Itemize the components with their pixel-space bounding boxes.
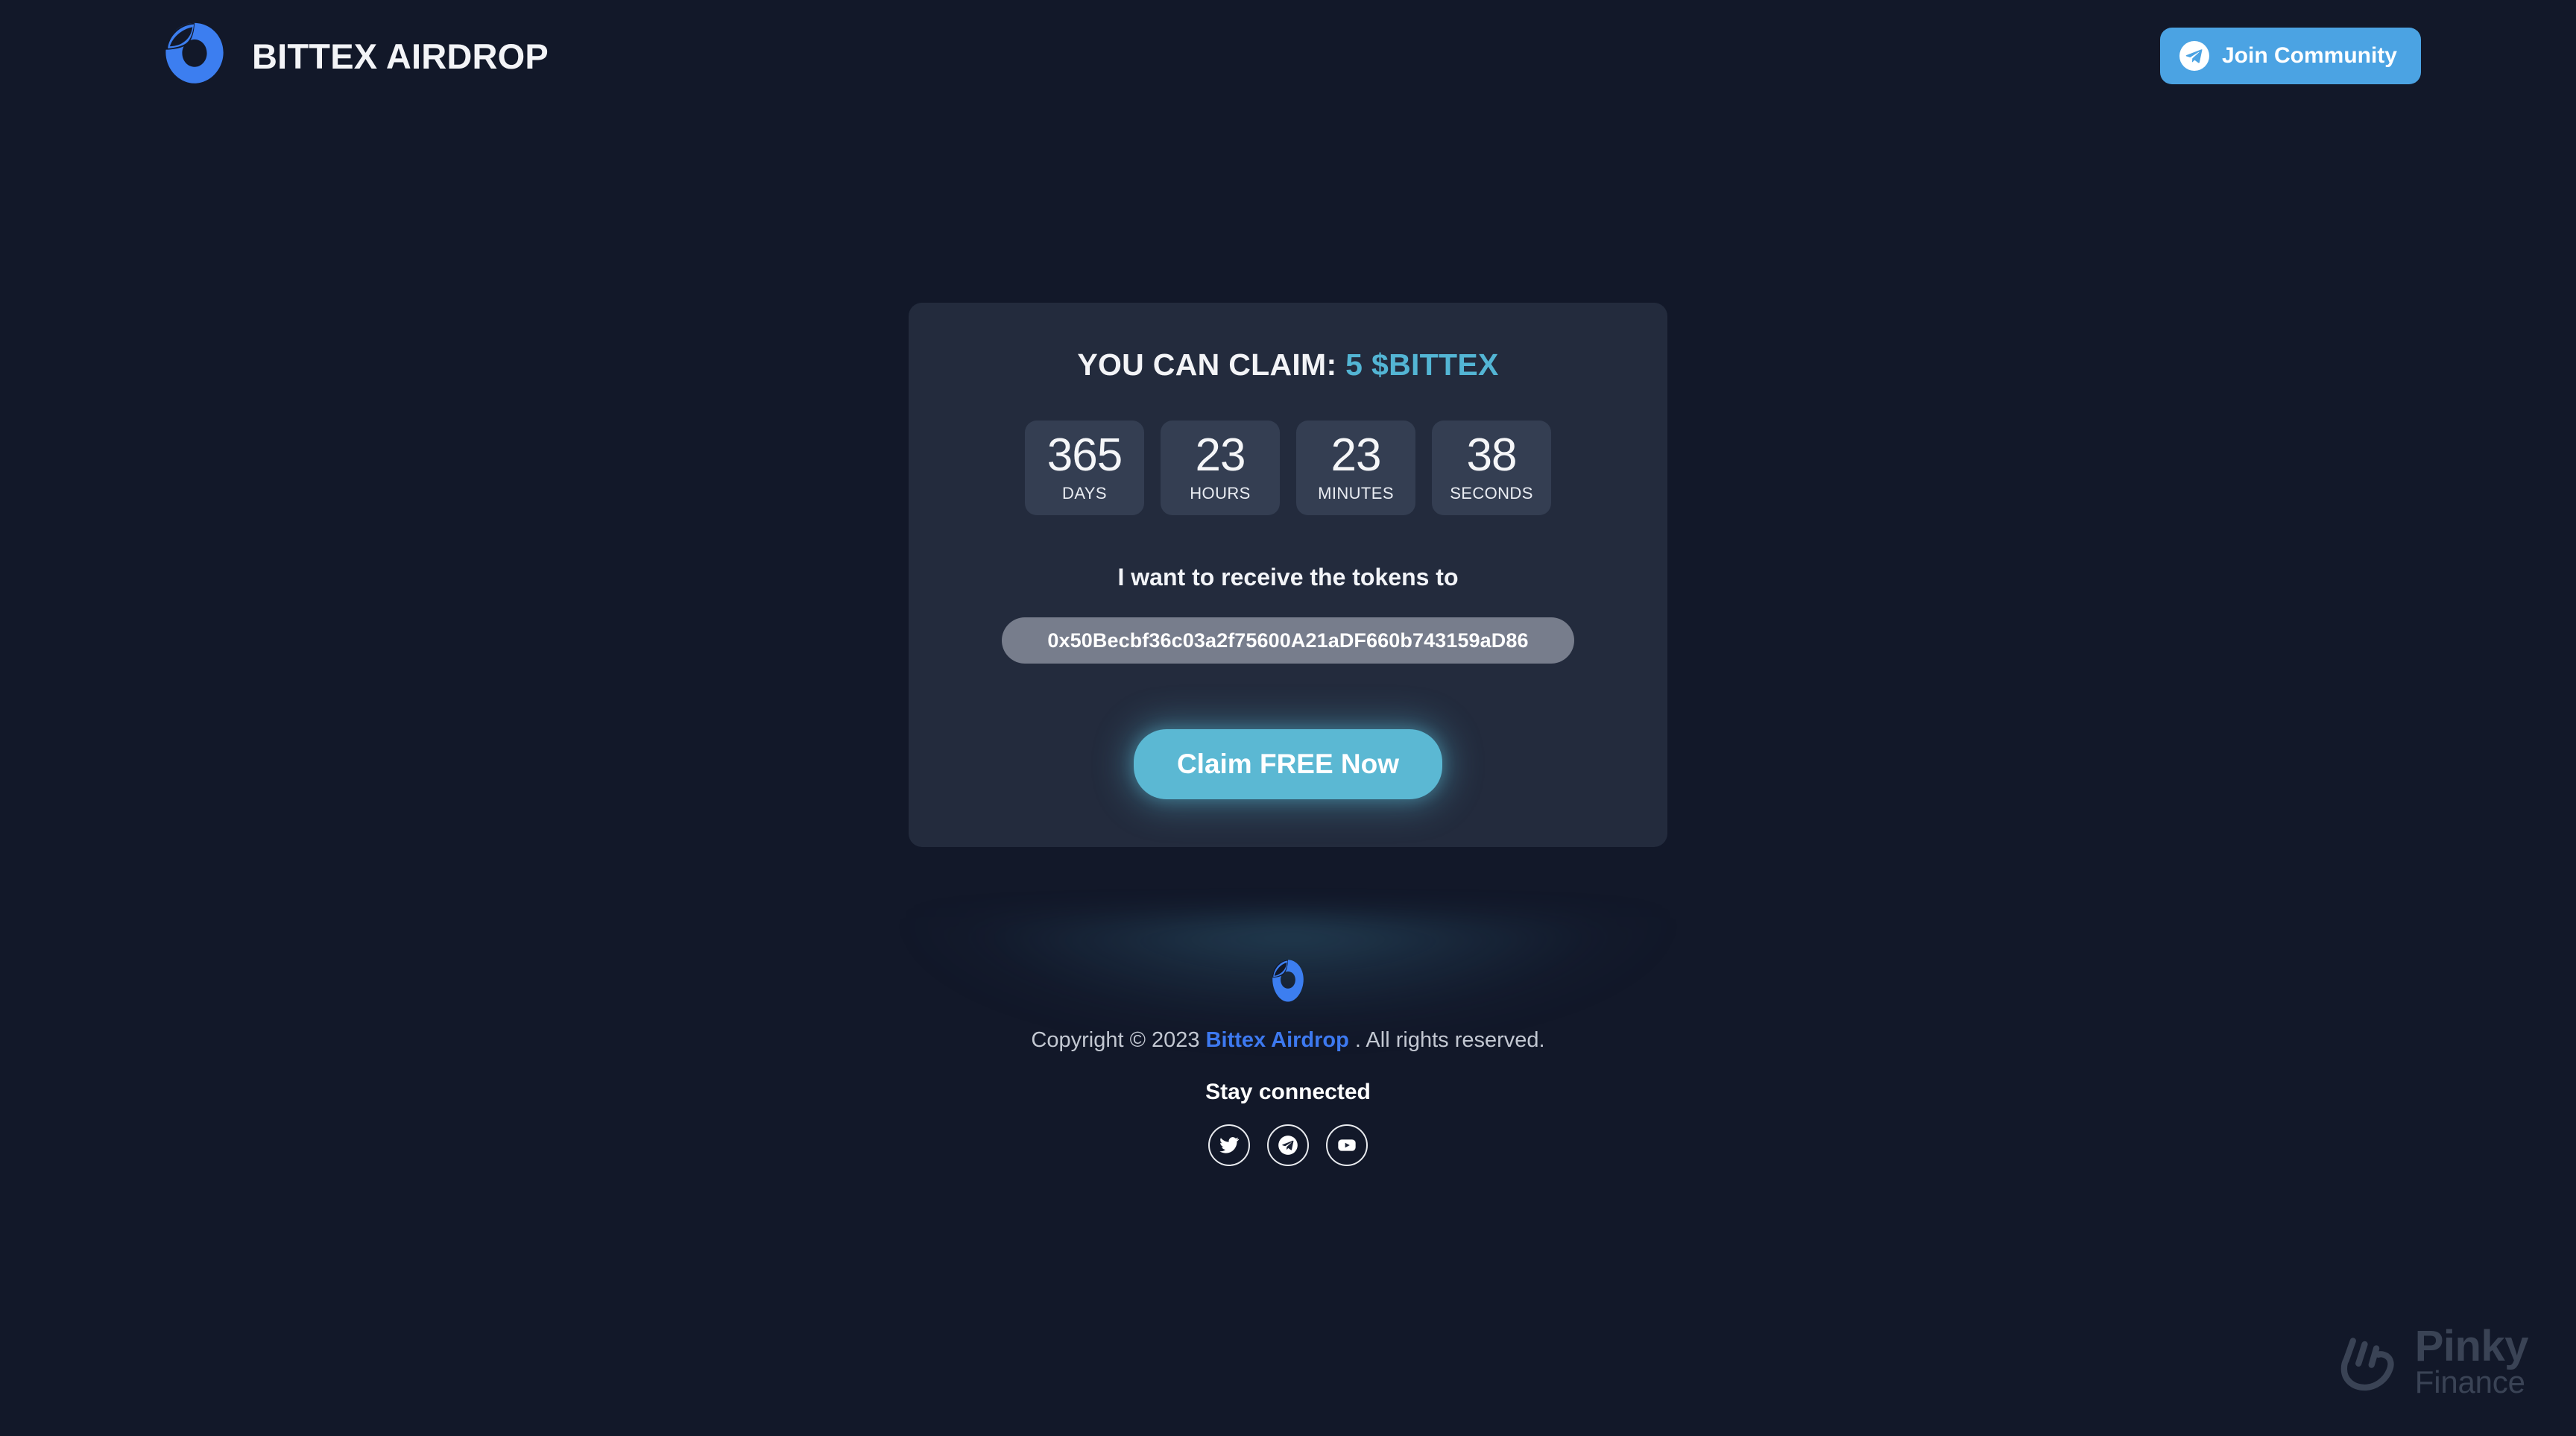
brand: BITTEX AIRDROP: [160, 22, 549, 90]
countdown-timer: 365 DAYS 23 HOURS 23 MINUTES 38 SECONDS: [938, 421, 1638, 515]
telegram-icon: [2179, 41, 2209, 71]
pinky-hand-icon: [2334, 1326, 2403, 1397]
claim-free-now-button[interactable]: Claim FREE Now: [1133, 729, 1443, 799]
copyright: Copyright © 2023 Bittex Airdrop . All ri…: [1031, 1028, 1544, 1053]
watermark-primary: Pinky: [2414, 1322, 2529, 1370]
twitter-icon: [1219, 1135, 1240, 1156]
watermark-secondary: Finance: [2414, 1364, 2525, 1399]
pinky-finance-watermark: Pinky Finance: [2334, 1322, 2529, 1399]
receive-tokens-label: I want to receive the tokens to: [1117, 564, 1459, 591]
social-links: [1208, 1124, 1368, 1166]
countdown-hours: 23 HOURS: [1161, 421, 1280, 515]
countdown-days-label: DAYS: [1062, 484, 1107, 503]
copyright-brand-link[interactable]: Bittex Airdrop: [1206, 1028, 1349, 1052]
countdown-minutes: 23 MINUTES: [1296, 421, 1415, 515]
countdown-seconds-value: 38: [1466, 429, 1518, 481]
page-footer: Copyright © 2023 Bittex Airdrop . All ri…: [0, 958, 2576, 1166]
copyright-prefix: Copyright © 2023: [1031, 1028, 1200, 1052]
claim-button-container: Claim FREE Now: [938, 729, 1638, 799]
brand-title: BITTEX AIRDROP: [252, 36, 549, 76]
page-header: BITTEX AIRDROP Join Community: [0, 0, 2576, 112]
social-link-telegram[interactable]: [1267, 1124, 1309, 1166]
countdown-seconds-label: SECONDS: [1450, 484, 1533, 503]
watermark-text: Pinky Finance: [2414, 1322, 2529, 1399]
social-link-youtube[interactable]: [1326, 1124, 1368, 1166]
countdown-minutes-label: MINUTES: [1318, 484, 1394, 503]
countdown-days: 365 DAYS: [1025, 421, 1144, 515]
countdown-hours-label: HOURS: [1190, 484, 1251, 503]
social-link-twitter[interactable]: [1208, 1124, 1250, 1166]
join-community-label: Join Community: [2221, 43, 2397, 68]
countdown-minutes-value: 23: [1330, 429, 1382, 481]
telegram-icon: [1278, 1135, 1298, 1156]
countdown-days-value: 365: [1046, 429, 1123, 481]
bittex-ring-logo-icon: [160, 22, 229, 90]
youtube-icon: [1336, 1135, 1357, 1156]
countdown-hours-value: 23: [1195, 429, 1246, 481]
stay-connected-label: Stay connected: [1205, 1080, 1371, 1104]
claim-heading: YOU CAN CLAIM: 5 $BITTEX: [938, 347, 1638, 382]
claim-amount: 5 $BITTEX: [1345, 347, 1499, 382]
join-community-button[interactable]: Join Community: [2159, 28, 2421, 84]
claim-heading-prefix: YOU CAN CLAIM:: [1077, 347, 1337, 382]
copyright-suffix: . All rights reserved.: [1354, 1028, 1545, 1052]
footer-bittex-ring-logo-icon: [1269, 958, 1307, 1004]
claim-card: YOU CAN CLAIM: 5 $BITTEX 365 DAYS 23 HOU…: [909, 303, 1667, 847]
countdown-seconds: 38 SECONDS: [1432, 421, 1551, 515]
wallet-address-input[interactable]: [1002, 617, 1574, 664]
